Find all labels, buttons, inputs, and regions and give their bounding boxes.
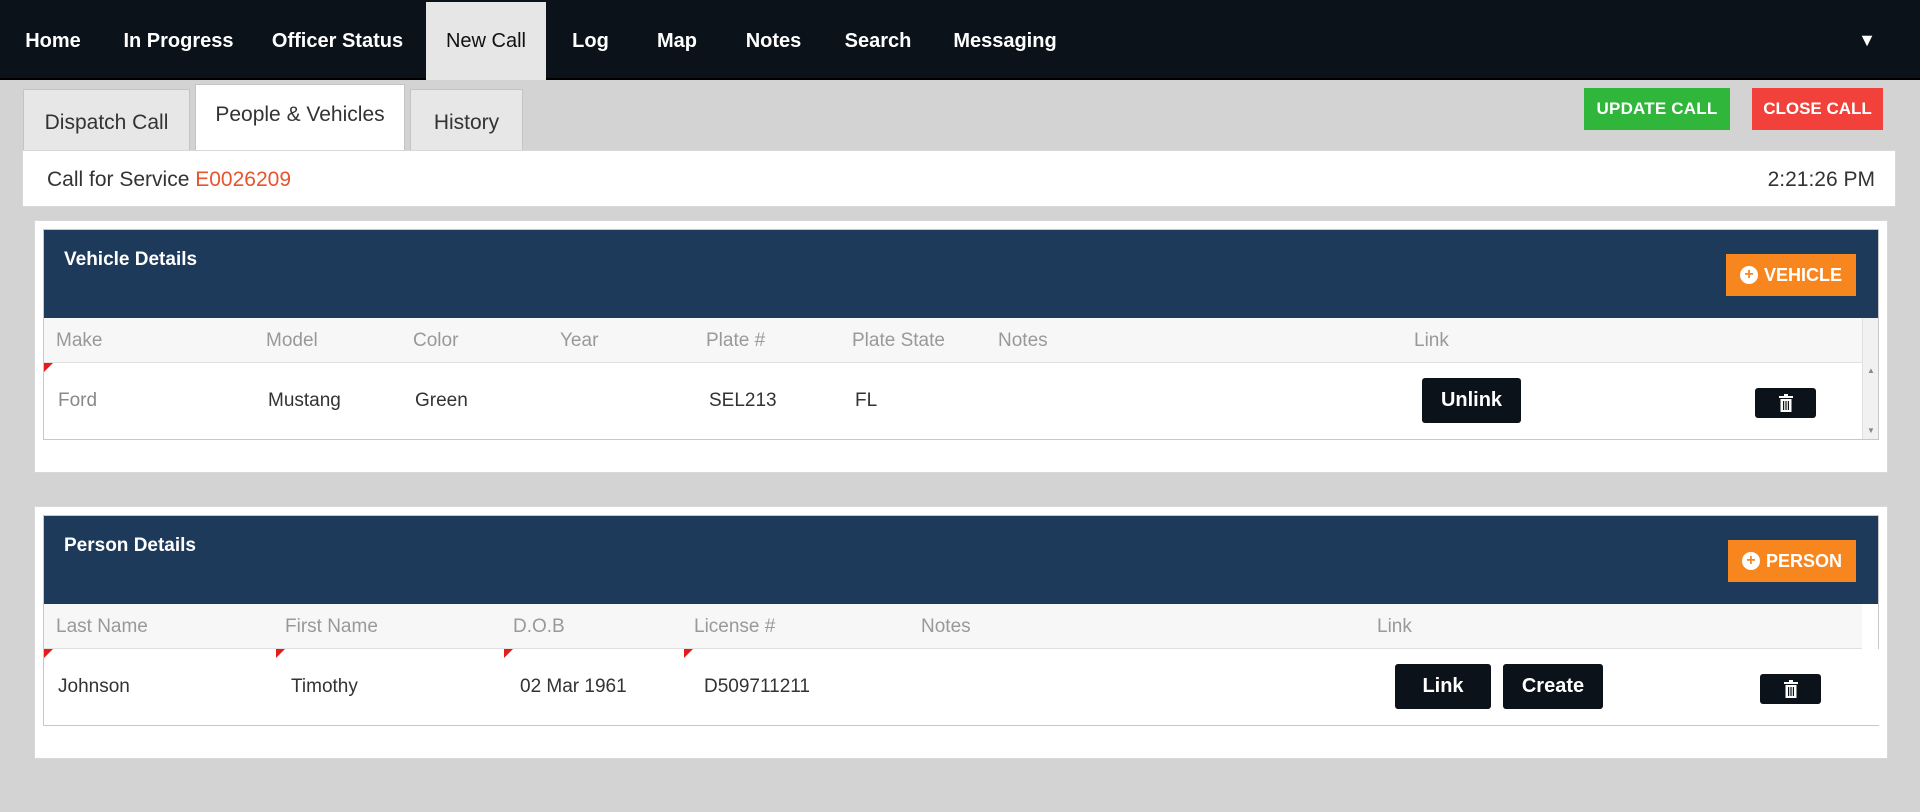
- delete-vehicle-button[interactable]: [1755, 388, 1816, 418]
- col-dob: D.O.B: [513, 616, 565, 637]
- col-color: Color: [413, 330, 459, 351]
- required-flag-icon: [684, 649, 693, 658]
- delete-person-button[interactable]: [1760, 674, 1821, 704]
- call-number: E0026209: [195, 168, 291, 191]
- vehicle-plate-state[interactable]: FL: [855, 390, 877, 412]
- person-license[interactable]: D509711211: [704, 676, 810, 698]
- col-make: Make: [56, 330, 103, 351]
- nav-new-call[interactable]: New Call: [426, 2, 546, 80]
- col-license: License #: [694, 616, 776, 637]
- col-first-name: First Name: [285, 616, 378, 637]
- nav-in-progress[interactable]: In Progress: [106, 2, 251, 80]
- col-notes: Notes: [998, 330, 1048, 351]
- vehicle-panel-title: Vehicle Details: [64, 249, 198, 270]
- plus-circle-icon: +: [1739, 266, 1758, 284]
- person-panel: Person Details + PERSON Last Name First …: [43, 515, 1880, 726]
- nav-log[interactable]: Log: [546, 2, 635, 80]
- add-vehicle-label: VEHICLE: [1763, 264, 1842, 285]
- required-flag-icon: [44, 363, 53, 372]
- person-table-header: Last Name First Name D.O.B License # Not…: [44, 604, 1862, 649]
- table-row: Ford Mustang Green SEL213 FL Unlink: [44, 363, 1862, 439]
- col-plate-state: Plate State: [852, 330, 945, 351]
- call-time: 2:21:26 PM: [1767, 168, 1875, 191]
- col-model: Model: [266, 330, 318, 351]
- call-for-service-label: Call for Service E0026209: [47, 168, 291, 192]
- vehicle-table-header: Make Model Color Year Plate # Plate Stat…: [44, 318, 1862, 363]
- required-flag-icon: [44, 649, 53, 658]
- nav-search[interactable]: Search: [828, 2, 928, 80]
- unlink-button[interactable]: Unlink: [1422, 378, 1521, 423]
- required-flag-icon: [504, 649, 513, 658]
- required-flag-icon: [276, 649, 285, 658]
- col-plate: Plate #: [706, 330, 766, 351]
- add-person-button[interactable]: + PERSON: [1727, 540, 1856, 582]
- update-call-button[interactable]: UPDATE CALL: [1584, 88, 1730, 130]
- trash-icon: [1783, 680, 1798, 698]
- nav-notes[interactable]: Notes: [719, 2, 828, 80]
- tab-history[interactable]: History: [410, 89, 523, 151]
- add-vehicle-button[interactable]: + VEHICLE: [1725, 254, 1856, 296]
- person-panel-header: Person Details + PERSON: [44, 516, 1878, 604]
- person-dob[interactable]: 02 Mar 1961: [520, 676, 627, 698]
- caret-down-icon[interactable]: ▼: [1858, 30, 1876, 51]
- person-last-name[interactable]: Johnson: [58, 676, 130, 698]
- close-call-button[interactable]: CLOSE CALL: [1752, 88, 1883, 130]
- tab-dispatch-call[interactable]: Dispatch Call: [23, 89, 190, 151]
- nav-officer-status[interactable]: Officer Status: [251, 2, 424, 80]
- nav-home[interactable]: Home: [0, 2, 106, 80]
- nav-map[interactable]: Map: [635, 2, 719, 80]
- vehicle-make[interactable]: Ford: [58, 390, 97, 412]
- vehicle-model[interactable]: Mustang: [268, 390, 341, 412]
- tab-people-vehicles[interactable]: People & Vehicles: [195, 84, 405, 152]
- top-nav: Home In Progress Officer Status New Call…: [0, 0, 1920, 80]
- vehicle-panel: Vehicle Details + VEHICLE Make Model Col…: [43, 229, 1879, 440]
- vehicle-plate[interactable]: SEL213: [709, 390, 777, 412]
- call-label-text: Call for Service: [47, 168, 190, 191]
- scroll-down-icon[interactable]: ▼: [1867, 426, 1875, 435]
- col-notes: Notes: [921, 616, 971, 637]
- vehicle-color[interactable]: Green: [415, 390, 468, 412]
- person-panel-title: Person Details: [64, 535, 196, 556]
- vehicle-scrollbar[interactable]: ▲ ▼: [1862, 318, 1878, 439]
- person-first-name[interactable]: Timothy: [291, 676, 358, 698]
- vehicle-panel-header: Vehicle Details + VEHICLE: [44, 230, 1878, 318]
- col-year: Year: [560, 330, 599, 351]
- person-section: Person Details + PERSON Last Name First …: [34, 506, 1888, 759]
- nav-messaging[interactable]: Messaging: [928, 2, 1082, 80]
- plus-circle-icon: +: [1741, 552, 1760, 570]
- scroll-up-icon[interactable]: ▲: [1867, 366, 1875, 375]
- add-person-label: PERSON: [1765, 550, 1842, 571]
- vehicle-section: Vehicle Details + VEHICLE Make Model Col…: [34, 220, 1888, 473]
- create-button[interactable]: Create: [1503, 664, 1603, 709]
- trash-icon: [1778, 394, 1793, 412]
- col-link: Link: [1377, 616, 1412, 637]
- col-last-name: Last Name: [56, 616, 148, 637]
- col-link: Link: [1414, 330, 1449, 351]
- call-header: Call for Service E0026209 2:21:26 PM: [22, 150, 1896, 207]
- table-row: Johnson Timothy 02 Mar 1961 D509711211 L…: [44, 649, 1880, 725]
- link-button[interactable]: Link: [1395, 664, 1491, 709]
